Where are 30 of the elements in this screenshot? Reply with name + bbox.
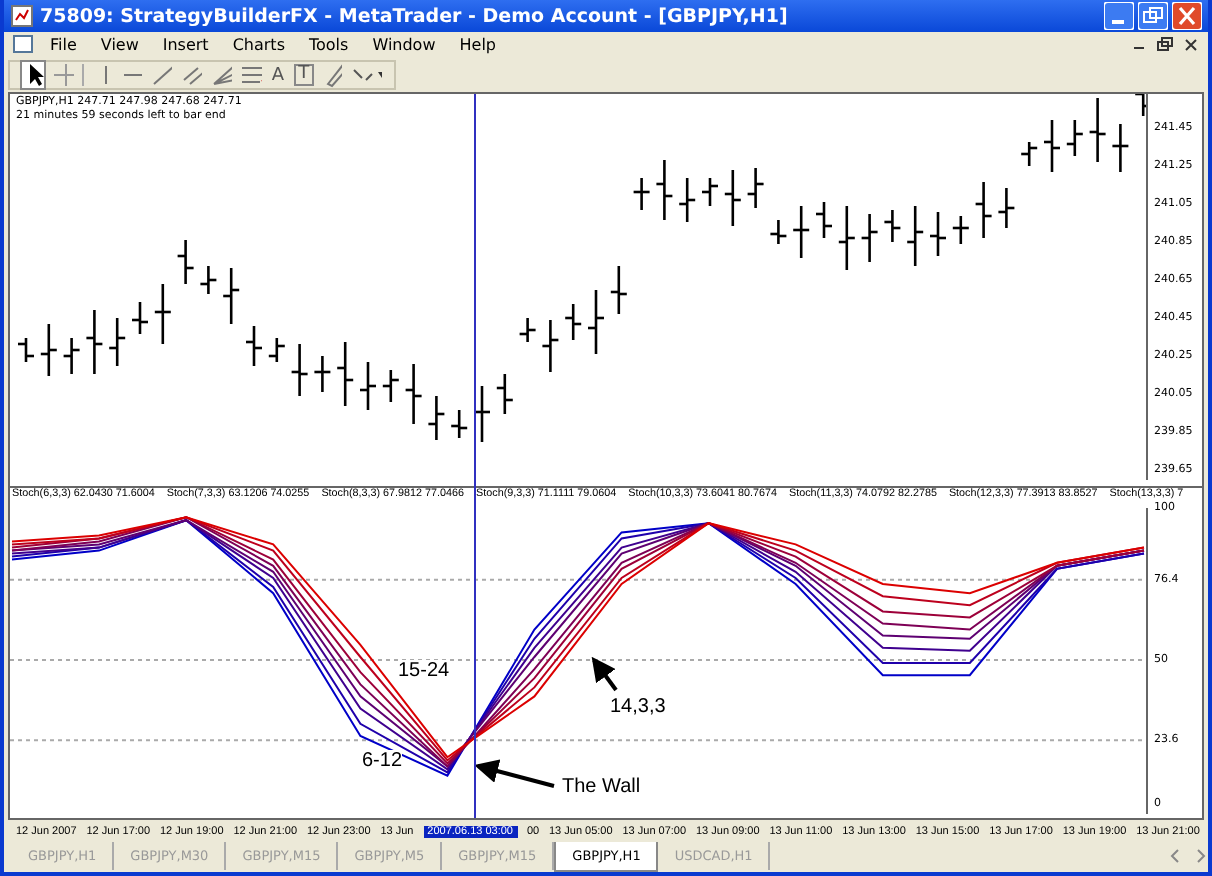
menu-item[interactable]: Tools — [300, 35, 357, 54]
annotation-arrow — [591, 657, 618, 692]
annotation-text: 14,3,3 — [610, 696, 666, 719]
levels-icon[interactable] — [240, 62, 262, 89]
text-tool-button[interactable]: A — [269, 65, 287, 86]
menu-item[interactable]: Help — [451, 35, 504, 54]
pencil-icon[interactable] — [321, 62, 343, 89]
chart-icon — [10, 4, 34, 29]
tab-scroll-icon[interactable] — [1168, 848, 1208, 864]
menu-item[interactable]: Charts — [224, 35, 293, 54]
restore-button[interactable] — [1138, 2, 1168, 31]
annotation-text: 15-24 — [398, 660, 450, 683]
menu-item[interactable]: Insert — [154, 35, 217, 54]
window-title: 75809: StrategyBuilderFX - MetaTrader - Demo Account - [GBPJPY,H1] — [40, 5, 788, 28]
annotation-text: 6-12 — [362, 750, 403, 773]
close-button[interactable] — [1172, 2, 1202, 31]
annotation-text: The Wall — [562, 776, 641, 799]
channel-icon[interactable] — [180, 62, 203, 89]
fan-icon[interactable] — [210, 62, 233, 89]
menu-item[interactable]: Window — [364, 35, 444, 54]
menu-item[interactable]: File — [42, 35, 85, 54]
annotation-arrow — [474, 760, 555, 789]
text-tool-button[interactable]: T — [294, 64, 314, 87]
cursor-icon[interactable] — [22, 62, 44, 89]
close-icon[interactable] — [1182, 35, 1200, 54]
restore-icon[interactable] — [1156, 35, 1174, 54]
document-icon — [12, 34, 34, 55]
trendline-icon[interactable] — [150, 62, 173, 89]
menu-item[interactable]: View — [92, 35, 147, 54]
minimize-button[interactable] — [1104, 2, 1134, 31]
